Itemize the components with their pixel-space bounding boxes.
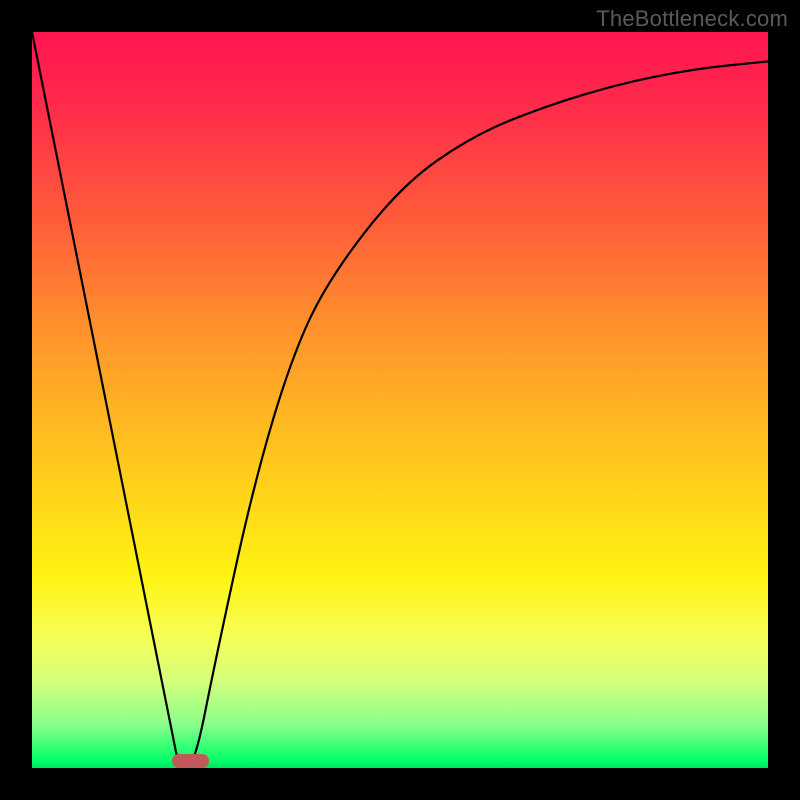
plot-area — [32, 32, 768, 768]
chart-frame: TheBottleneck.com — [0, 0, 800, 800]
chart-lines — [32, 32, 768, 768]
curve-path — [32, 32, 768, 768]
minimum-marker — [172, 754, 209, 768]
watermark-text: TheBottleneck.com — [596, 6, 788, 32]
